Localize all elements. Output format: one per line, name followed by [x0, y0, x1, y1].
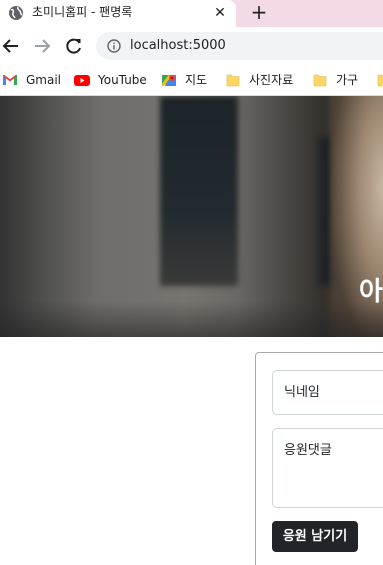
- folder-icon: [313, 74, 327, 87]
- address-bar[interactable]: localhost:5000: [96, 32, 383, 60]
- url-text[interactable]: localhost:5000: [130, 37, 226, 55]
- browser-toolbar: localhost:5000: [0, 27, 383, 65]
- hero-background-window: [160, 96, 238, 286]
- forward-arrow-icon[interactable]: [32, 36, 52, 56]
- globe-icon: [9, 6, 23, 20]
- hero-banner: 아: [0, 96, 383, 337]
- nickname-input[interactable]: 닉네임: [272, 370, 383, 415]
- gmail-icon: [3, 75, 17, 85]
- folder-icon: [377, 74, 383, 87]
- bookmark-label: 지도: [185, 73, 208, 87]
- bookmark-label: YouTube: [98, 73, 147, 87]
- tab-strip: 초미니홈피 - 팬명록 ✕ +: [0, 0, 383, 27]
- bookmark-label: 가구: [336, 73, 359, 87]
- guestbook-form-card: 닉네임 응원댓글 응원 남기기: [255, 352, 383, 565]
- folder-icon: [226, 74, 240, 87]
- hero-title: 아: [359, 277, 383, 307]
- info-icon[interactable]: [107, 39, 121, 53]
- close-tab-icon[interactable]: ✕: [211, 4, 229, 22]
- nickname-placeholder: 닉네임: [284, 385, 320, 400]
- browser-tab[interactable]: 초미니홈피 - 팬명록 ✕: [0, 0, 236, 27]
- maps-icon: [162, 75, 176, 86]
- comment-placeholder: 응원댓글: [284, 443, 332, 458]
- reload-icon[interactable]: [64, 36, 84, 56]
- bookmarks-bar: Gmail YouTube 지도 사진자료 가구: [0, 65, 383, 96]
- comment-textarea[interactable]: 응원댓글: [272, 428, 383, 508]
- submit-comment-button[interactable]: 응원 남기기: [272, 521, 358, 552]
- hero-shadow: [0, 301, 383, 337]
- bookmark-label: 사진자료: [249, 73, 294, 87]
- youtube-icon: [74, 75, 90, 86]
- tab-title: 초미니홈피 - 팬명록: [32, 5, 133, 19]
- back-arrow-icon[interactable]: [1, 36, 21, 56]
- bookmark-folder-partial[interactable]: [376, 71, 383, 89]
- bookmark-label: Gmail: [26, 73, 62, 87]
- new-tab-button[interactable]: +: [248, 1, 270, 23]
